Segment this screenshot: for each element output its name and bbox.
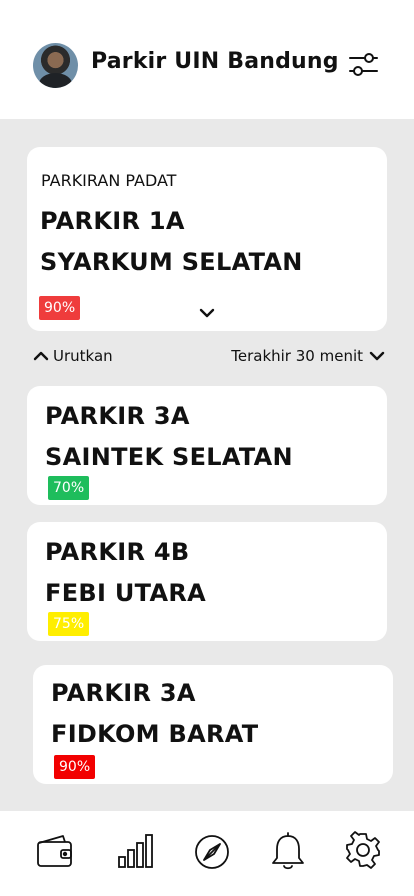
page-title: Parkir UIN Bandung [91, 49, 339, 74]
user-avatar[interactable] [33, 43, 78, 88]
chevron-down-icon[interactable] [197, 305, 217, 319]
sort-label: Urutkan [53, 347, 113, 365]
bell-icon[interactable] [268, 831, 308, 871]
compass-icon[interactable] [192, 831, 232, 871]
parking-name: PARKIR 4B FEBI UTARA [45, 532, 206, 614]
occupancy-badge: 90% [39, 296, 81, 320]
hero-label: PARKIRAN PADAT [41, 171, 177, 190]
parking-name-line2: SAINTEK SELATAN [45, 443, 293, 471]
chevron-up-icon [33, 351, 49, 361]
hero-parking-name: PARKIR 1A SYARKUM SELATAN [40, 201, 303, 283]
parking-name-line2: FEBI UTARA [45, 579, 206, 607]
bottom-nav [0, 811, 414, 896]
parking-name-line1: PARKIR 4B [45, 538, 190, 566]
parking-name-line1: PARKIR 3A [51, 679, 196, 707]
period-dropdown[interactable]: Terakhir 30 menit [231, 347, 385, 365]
parking-name: PARKIR 3A FIDKOM BARAT [51, 673, 258, 755]
parking-card[interactable]: PARKIR 3A SAINTEK SELATAN 70% [27, 386, 387, 505]
bar-chart-icon[interactable] [115, 831, 155, 871]
hero-name-line1: PARKIR 1A [40, 207, 185, 235]
parking-name: PARKIR 3A SAINTEK SELATAN [45, 396, 293, 478]
hero-name-line2: SYARKUM SELATAN [40, 248, 303, 276]
occupancy-badge: 90% [54, 755, 96, 779]
period-label: Terakhir 30 menit [231, 347, 363, 365]
sort-bar: Urutkan Terakhir 30 menit [33, 347, 385, 369]
parking-name-line2: FIDKOM BARAT [51, 720, 259, 748]
sort-button[interactable]: Urutkan [33, 347, 113, 365]
parking-name-line1: PARKIR 3A [45, 402, 190, 430]
occupancy-badge: 70% [48, 476, 90, 500]
sliders-icon[interactable] [347, 48, 379, 80]
occupancy-badge: 75% [48, 612, 90, 636]
gear-icon[interactable] [343, 831, 383, 871]
busiest-parking-card[interactable]: PARKIRAN PADAT PARKIR 1A SYARKUM SELATAN… [27, 147, 387, 331]
parking-card[interactable]: PARKIR 3A FIDKOM BARAT 90% [33, 665, 393, 784]
wallet-icon[interactable] [35, 831, 75, 871]
parking-card[interactable]: PARKIR 4B FEBI UTARA 75% [27, 522, 387, 641]
avatar-shoulders [39, 73, 72, 88]
app-header: Parkir UIN Bandung [0, 0, 414, 119]
chevron-down-icon [369, 351, 385, 361]
